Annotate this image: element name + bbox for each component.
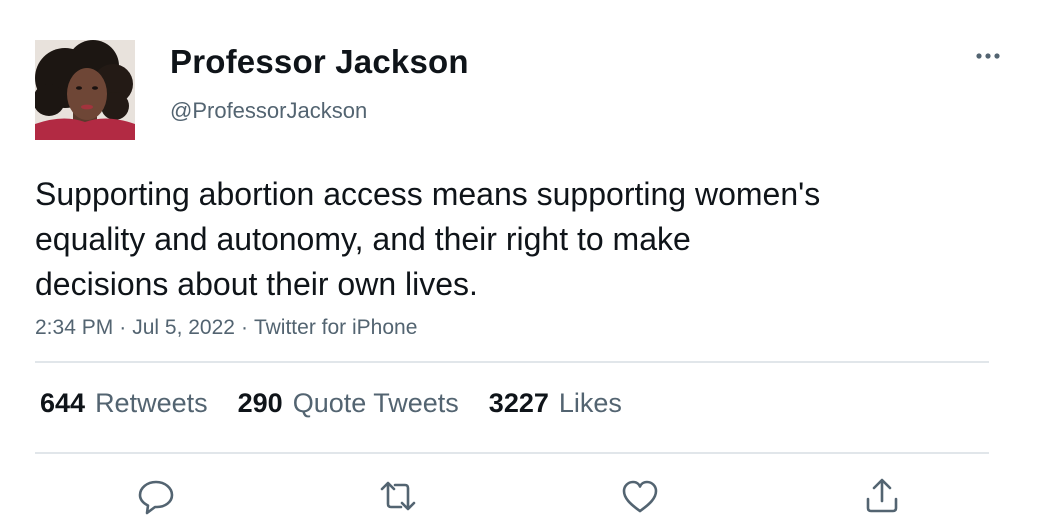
retweet-button[interactable] [376, 474, 420, 518]
display-name[interactable]: Professor Jackson [170, 43, 469, 81]
quote-tweets-stat[interactable]: 290 Quote Tweets [238, 388, 459, 419]
reply-button[interactable] [134, 474, 178, 518]
tweet-time[interactable]: 2:34 PM [35, 316, 113, 339]
like-button[interactable] [618, 474, 662, 518]
more-horizontal-icon [976, 53, 1000, 59]
share-button[interactable] [860, 474, 904, 518]
tweet-text: Supporting abortion access means support… [35, 176, 821, 302]
tweet-stats: 644 Retweets 290 Quote Tweets 3227 Likes [40, 388, 622, 419]
likes-count: 3227 [488, 388, 549, 418]
reply-icon [138, 480, 174, 515]
tweet-card: Professor Jackson @ProfessorJackson Supp… [0, 0, 1050, 525]
share-icon [866, 478, 898, 513]
likes-stat[interactable]: 3227 Likes [489, 388, 622, 419]
tweet-source[interactable]: Twitter for iPhone [254, 316, 417, 339]
avatar-image [35, 40, 135, 140]
tweet-date[interactable]: Jul 5, 2022 [132, 316, 235, 339]
meta-separator: · [240, 316, 248, 339]
tweet-meta: 2:34 PM · Jul 5, 2022 · Twitter for iPhone [35, 316, 417, 340]
divider-bottom [35, 452, 989, 454]
divider-top [35, 361, 989, 363]
more-options-button[interactable] [968, 42, 1008, 70]
likes-label: Likes [558, 388, 622, 418]
user-handle[interactable]: @ProfessorJackson [170, 98, 367, 124]
quote-tweets-count: 290 [237, 388, 283, 418]
retweet-icon [380, 481, 416, 511]
avatar[interactable] [35, 40, 135, 140]
retweets-count: 644 [40, 388, 86, 418]
meta-separator: · [119, 316, 127, 339]
quote-tweets-label: Quote Tweets [292, 388, 459, 418]
heart-icon [622, 480, 658, 513]
retweets-stat[interactable]: 644 Retweets [40, 388, 208, 419]
retweets-label: Retweets [95, 388, 208, 418]
action-bar [0, 474, 1050, 518]
